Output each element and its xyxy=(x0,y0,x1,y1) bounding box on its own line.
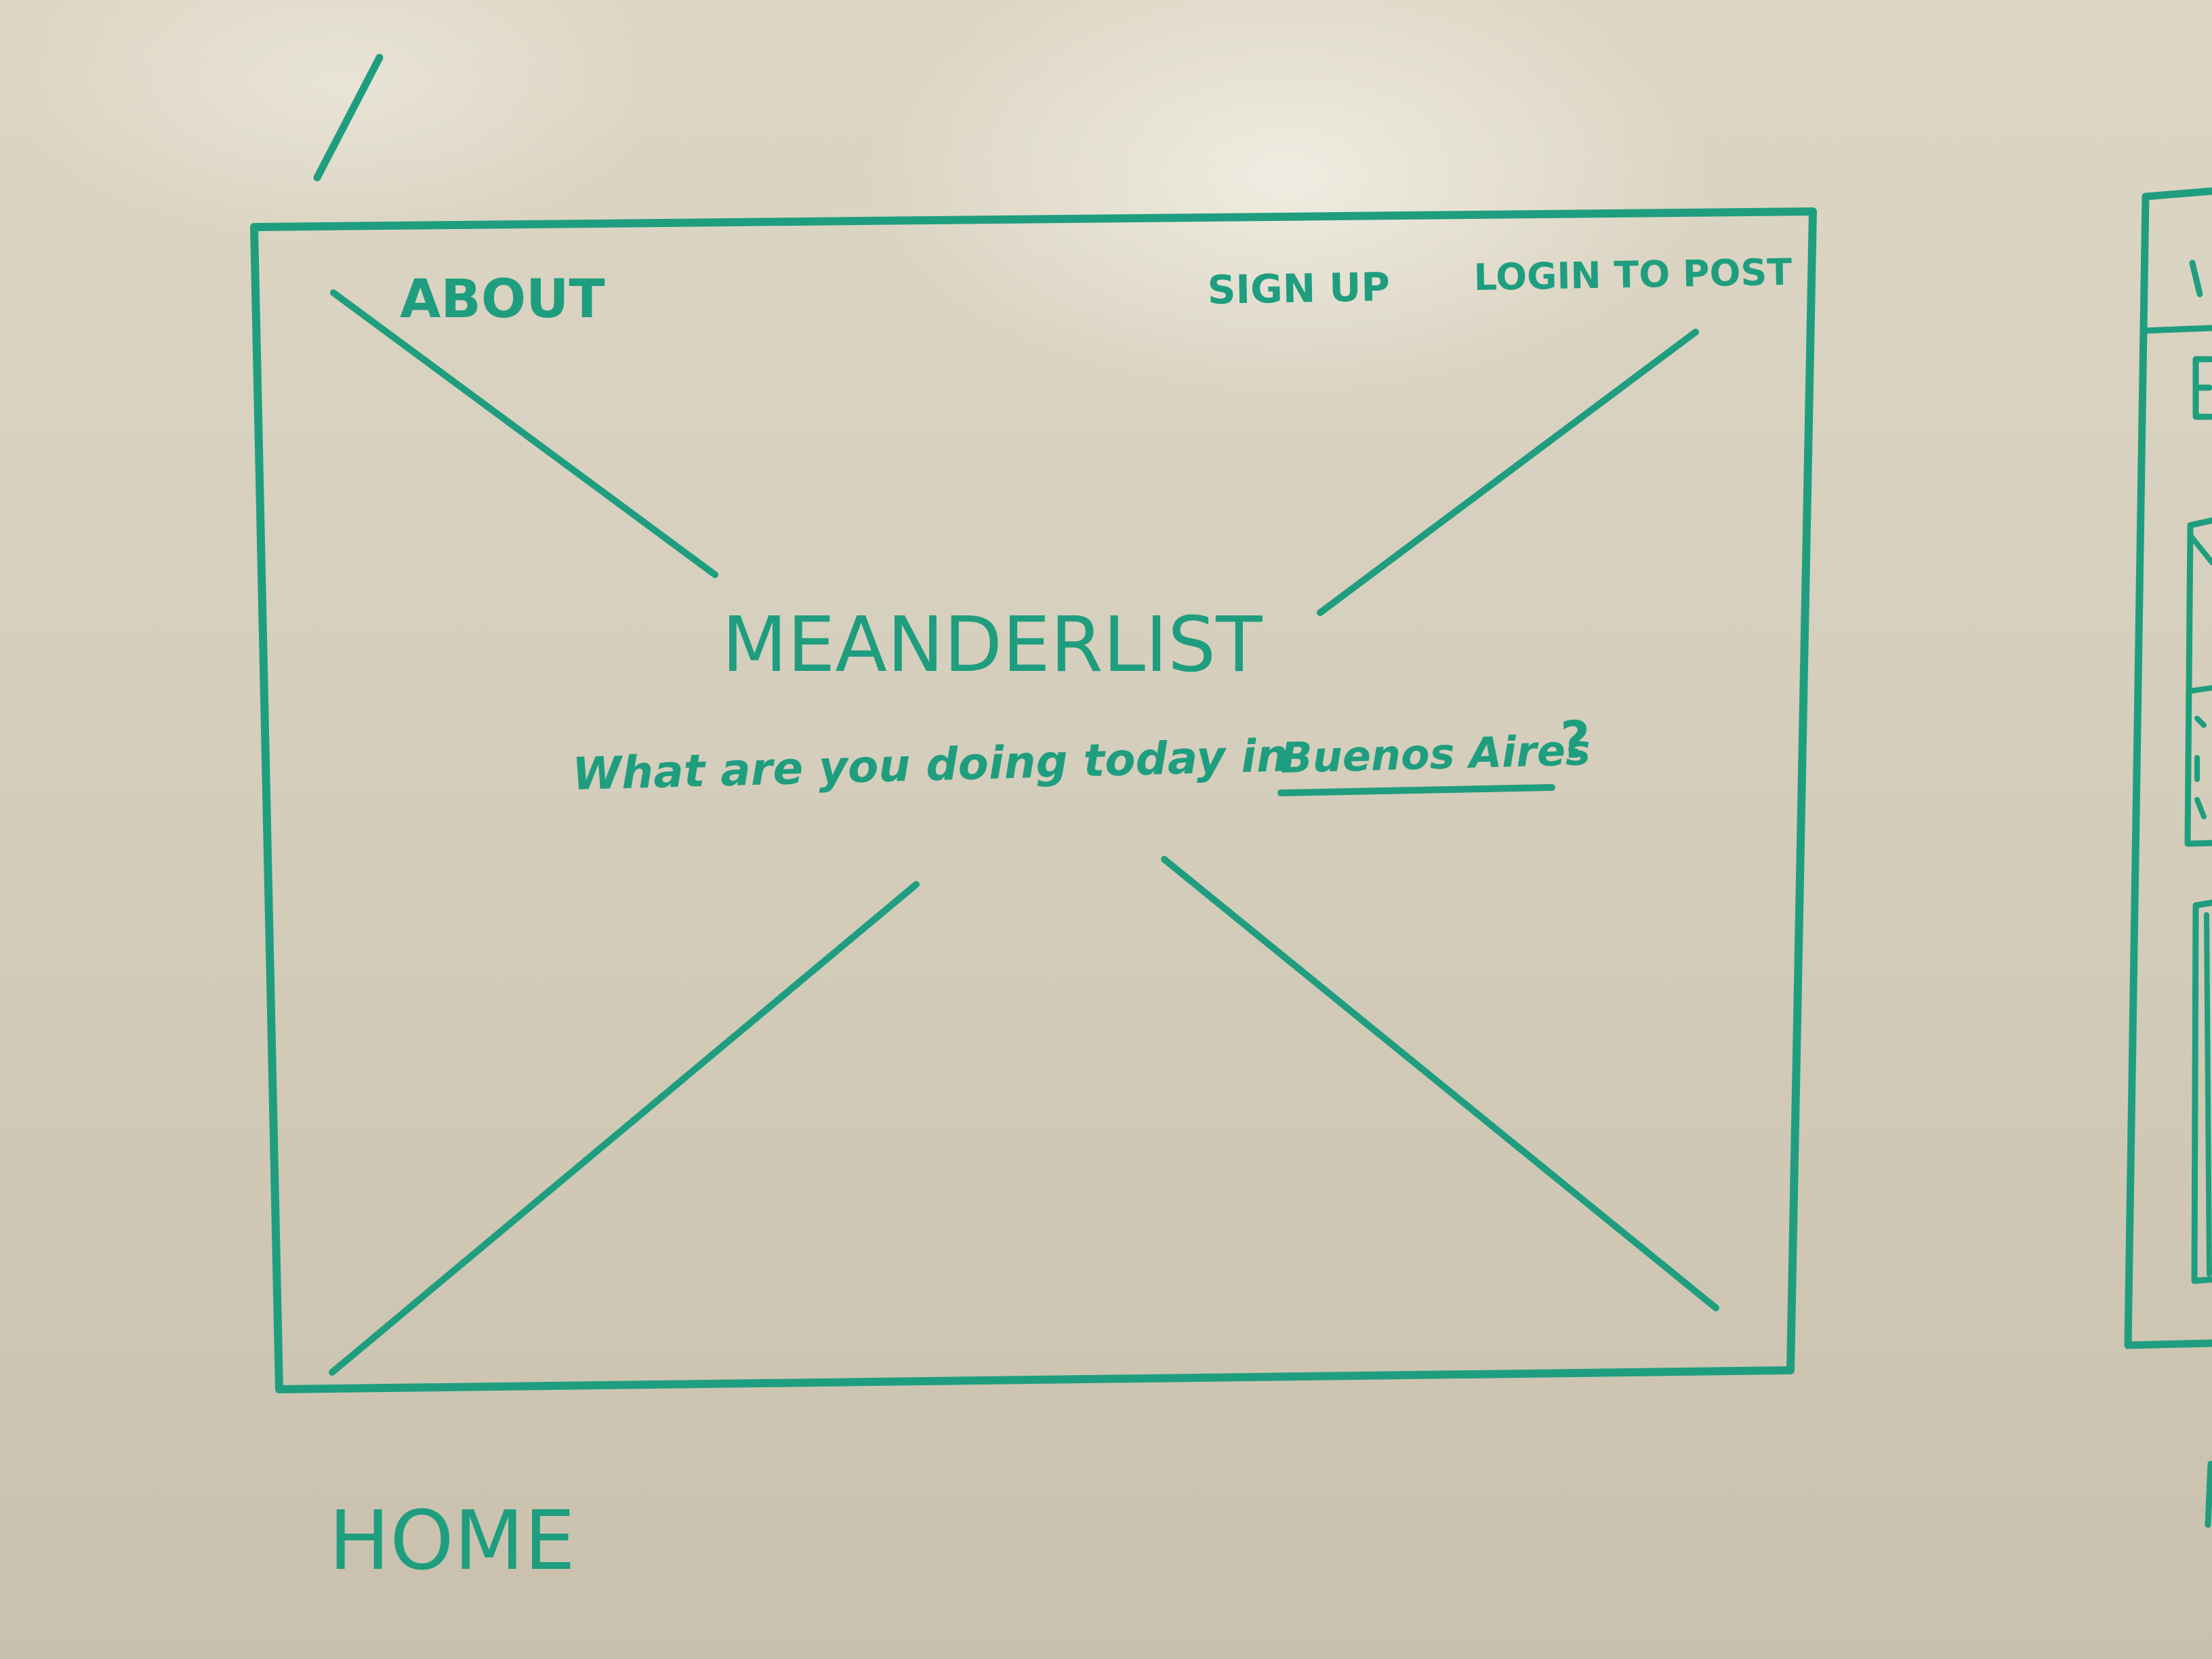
placeholder-x-line-bottom-left xyxy=(329,881,920,1376)
hero-question-prefix: What are you doing today in xyxy=(571,729,1288,800)
whiteboard-sketch: ABOUT SIGN UP LOGIN TO POST MEANDERLIST … xyxy=(250,54,2212,1589)
adjacent-wireframe-partial xyxy=(2124,187,2212,1528)
hero-title: MEANDERLIST xyxy=(722,601,1263,689)
page-label: HOME xyxy=(329,1494,575,1589)
wireframe-frame xyxy=(250,207,1817,1393)
hero-question: What are you doing today in xyxy=(571,729,1288,800)
city-selector-underline xyxy=(1277,784,1555,796)
placeholder-x-line-top-left xyxy=(330,289,718,578)
nav-about-link[interactable]: ABOUT xyxy=(400,269,605,330)
hero-question-mark: ? xyxy=(1560,710,1590,770)
city-selector[interactable]: Buenos Aires xyxy=(1279,725,1591,783)
nav-login-link[interactable]: LOGIN TO POST xyxy=(1473,251,1793,299)
placeholder-x-line-top-right xyxy=(1317,329,1699,616)
placeholder-x-line-bottom-right xyxy=(1161,856,1719,1311)
stray-marker-stroke xyxy=(313,54,384,182)
nav-sign-up-link[interactable]: SIGN UP xyxy=(1207,264,1390,313)
